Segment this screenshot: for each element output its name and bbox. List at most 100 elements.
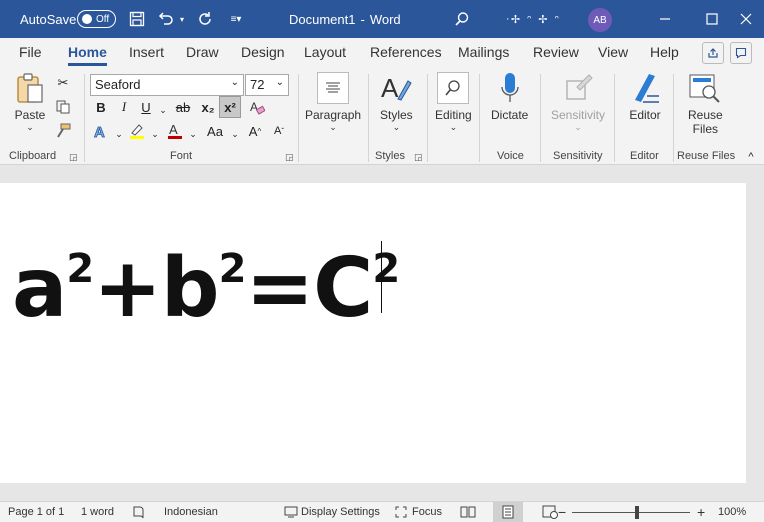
font-launcher-icon[interactable]: ◲ — [285, 152, 295, 162]
title-separator: - — [360, 11, 365, 27]
search-icon[interactable] — [452, 9, 472, 29]
paragraph-label: Paragraph — [305, 108, 362, 122]
zoom-out-button[interactable]: − — [558, 504, 566, 520]
group-divider — [540, 74, 541, 162]
save-icon[interactable] — [127, 9, 147, 29]
group-divider — [427, 74, 428, 162]
page-count[interactable]: Page 1 of 1 — [8, 506, 64, 518]
styles-group-label: Styles — [375, 150, 405, 162]
copy-icon[interactable] — [54, 98, 72, 116]
change-case-button[interactable]: Aa — [204, 120, 226, 142]
bold-button[interactable]: B — [90, 96, 112, 118]
read-mode-icon[interactable] — [453, 502, 483, 522]
redo-icon[interactable] — [195, 9, 215, 29]
tab-design[interactable]: Design — [241, 44, 285, 60]
paste-label: Paste — [14, 108, 46, 122]
tab-mailings[interactable]: Mailings — [458, 44, 509, 60]
tab-review[interactable]: Review — [533, 44, 579, 60]
clear-formatting-icon[interactable]: A — [248, 98, 266, 116]
language-indicator[interactable]: Indonesian — [164, 506, 218, 518]
text-effects-dropdown-icon[interactable]: ⌄ — [110, 125, 128, 143]
change-case-dropdown-icon[interactable]: ⌄ — [226, 125, 244, 143]
focus-label[interactable]: Focus — [412, 506, 442, 518]
equation-plus: + — [93, 241, 162, 336]
zoom-in-button[interactable]: + — [697, 504, 705, 520]
font-color-icon[interactable]: A — [166, 122, 184, 140]
highlight-icon[interactable] — [128, 122, 146, 140]
superscript-button[interactable]: x² — [219, 96, 241, 118]
group-divider — [673, 74, 674, 162]
tab-layout[interactable]: Layout — [304, 44, 346, 60]
tab-references[interactable]: References — [370, 44, 442, 60]
text-effects-icon[interactable]: A — [92, 122, 110, 140]
strikethrough-button[interactable]: ab — [172, 96, 194, 118]
tab-home[interactable]: Home — [68, 44, 107, 66]
zoom-slider[interactable] — [572, 512, 690, 513]
customize-toolbar-icon[interactable]: ≡▾ — [226, 9, 246, 29]
sensitivity-button[interactable]: Sensitivity ⌄ — [551, 72, 605, 133]
tab-help[interactable]: Help — [650, 44, 679, 60]
chevron-down-icon: ⌄ — [275, 77, 284, 88]
format-painter-icon[interactable] — [54, 122, 72, 140]
equation-text[interactable]: a2+b2=C2 — [12, 241, 400, 336]
undo-icon[interactable] — [156, 9, 176, 29]
paste-dropdown-icon: ⌄ — [26, 122, 34, 132]
chevron-down-icon: ⌄ — [230, 77, 239, 88]
italic-button[interactable]: I — [113, 96, 135, 118]
shrink-font-button[interactable]: Aˇ — [268, 120, 290, 142]
display-settings-label[interactable]: Display Settings — [301, 506, 380, 518]
reuse-files-button[interactable]: Reuse Files — [688, 72, 723, 136]
clipboard-launcher-icon[interactable]: ◲ — [69, 152, 79, 162]
editing-button[interactable]: Editing ⌄ — [435, 72, 472, 133]
equation-c: C — [313, 241, 373, 336]
highlight-dropdown-icon[interactable]: ⌄ — [146, 125, 164, 143]
subscript-button[interactable]: x₂ — [197, 96, 219, 118]
undo-dropdown-icon[interactable]: ▾ — [176, 9, 188, 29]
font-size-select[interactable]: 72 ⌄ — [245, 74, 289, 96]
autosave-toggle[interactable]: Off — [77, 10, 116, 28]
paragraph-button[interactable]: Paragraph ⌄ — [305, 72, 361, 133]
styles-launcher-icon[interactable]: ◲ — [414, 152, 424, 162]
svg-text:A: A — [169, 122, 178, 137]
group-divider — [298, 74, 299, 162]
underline-dropdown-icon[interactable]: ⌄ — [154, 101, 172, 119]
editor-label: Editor — [629, 108, 661, 122]
cut-icon[interactable]: ✂ — [54, 74, 72, 92]
editor-button[interactable]: Editor — [629, 72, 661, 122]
font-name-select[interactable]: Seaford ⌄ — [90, 74, 244, 96]
zoom-level[interactable]: 100% — [718, 506, 746, 518]
reuse-files-label-1: Reuse — [688, 108, 723, 122]
font-color-dropdown-icon[interactable]: ⌄ — [184, 125, 202, 143]
text-cursor — [381, 241, 382, 313]
sensitivity-icon — [562, 72, 594, 104]
share-icon[interactable] — [702, 42, 724, 64]
paste-button[interactable]: Paste ⌄ — [14, 72, 46, 133]
document-page[interactable]: a2+b2=C2 — [0, 183, 746, 483]
reuse-files-icon — [689, 72, 721, 104]
tab-view[interactable]: View — [598, 44, 628, 60]
proofing-icon[interactable] — [131, 504, 147, 520]
user-avatar[interactable]: AB — [588, 8, 612, 32]
tab-insert[interactable]: Insert — [129, 44, 164, 60]
print-layout-icon[interactable] — [493, 502, 523, 522]
tab-draw[interactable]: Draw — [186, 44, 219, 60]
group-divider — [84, 74, 85, 162]
display-settings-icon[interactable] — [283, 504, 299, 520]
group-divider — [479, 74, 480, 162]
styles-icon: A — [380, 72, 413, 104]
grow-font-button[interactable]: A ^ — [244, 120, 266, 142]
styles-button[interactable]: A Styles ⌄ — [380, 72, 413, 133]
svg-text:A: A — [381, 73, 399, 103]
collapse-ribbon-icon[interactable]: ^ — [742, 148, 760, 166]
close-icon[interactable] — [726, 0, 764, 38]
word-count[interactable]: 1 word — [81, 506, 114, 518]
tab-file[interactable]: File — [19, 44, 42, 60]
dictate-button[interactable]: Dictate — [491, 72, 528, 122]
clipboard-group-label: Clipboard — [9, 150, 57, 162]
zoom-slider-thumb[interactable] — [634, 506, 639, 519]
equation-b: b — [160, 241, 220, 336]
status-bar: Page 1 of 1 1 word Indonesian Display Se… — [0, 501, 764, 522]
comments-icon[interactable] — [730, 42, 752, 64]
focus-icon[interactable] — [393, 504, 409, 520]
minimize-icon[interactable] — [645, 0, 685, 38]
